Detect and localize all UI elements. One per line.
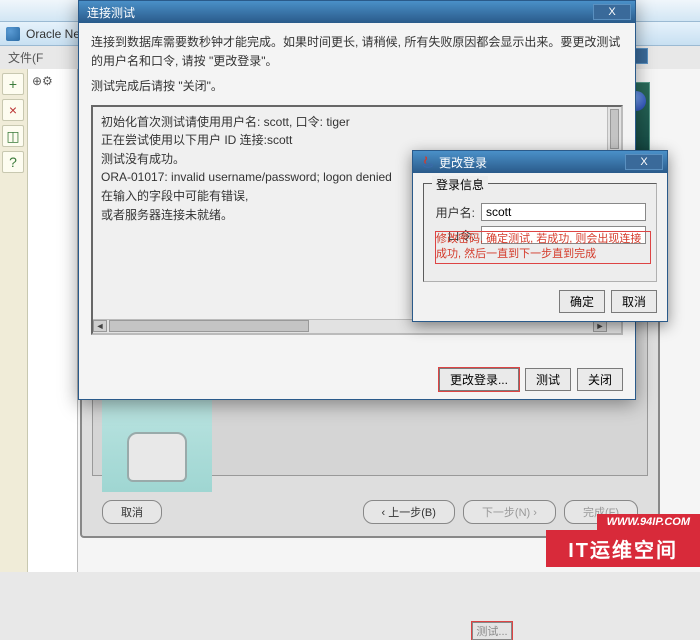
wizard-cancel-button[interactable]: 取消 <box>102 500 162 524</box>
dialog-footer: 更改登录... 测试 关闭 <box>439 368 623 391</box>
password-label: 口令: <box>434 227 475 244</box>
login-info-group: 登录信息 用户名: 口令: 修改密码, 确定测试, 若成功, 则会出现连接成功,… <box>423 183 657 282</box>
password-input[interactable] <box>481 226 646 244</box>
close-button[interactable]: 关闭 <box>577 368 623 391</box>
tree-root-node[interactable]: ⊕⚙ <box>32 74 53 88</box>
sub-dialog-close-button[interactable]: X <box>625 154 663 170</box>
sub-dialog-title: 更改登录 <box>439 154 625 171</box>
vertical-toolbar: + × ◫ ? <box>0 69 28 572</box>
wizard-back-button[interactable]: ‹ 上一步(B) <box>363 500 455 524</box>
scrollbar-thumb[interactable] <box>610 109 619 149</box>
toolbar-delete-button[interactable]: × <box>2 99 24 121</box>
wizard-back-label: 上一步(B) <box>388 507 436 519</box>
log-line: 初始化首次测试请使用用户名: scott, 口令: tiger <box>101 113 599 132</box>
watermark: WWW.94IP.COM IT运维空间 <box>546 514 700 567</box>
dialog-close-button[interactable]: X <box>593 4 631 20</box>
scrollbar-thumb[interactable] <box>109 320 309 332</box>
instruction-line-1: 连接到数据库需要数秒钟才能完成。如果时间更长, 请稍候, 所有失败原因都会显示出… <box>91 33 623 71</box>
watermark-brand: IT运维空间 <box>546 530 700 567</box>
watermark-url: WWW.94IP.COM <box>597 514 700 530</box>
username-input[interactable] <box>481 203 646 221</box>
dialog-title: 连接测试 <box>87 4 593 21</box>
username-label: 用户名: <box>434 204 475 221</box>
tree-panel[interactable]: ⊕⚙ <box>28 69 78 572</box>
chevron-right-icon: › <box>530 507 537 519</box>
toolbar-item-button[interactable]: ◫ <box>2 125 24 147</box>
sub-dialog-footer: 确定 取消 <box>559 290 657 313</box>
java-icon <box>421 155 435 169</box>
scroll-left-arrow[interactable]: ◄ <box>93 320 107 332</box>
username-row: 用户名: <box>434 203 646 221</box>
password-row: 口令: <box>434 226 646 244</box>
toolbar-help-button[interactable]: ? <box>2 151 24 173</box>
change-login-dialog: 更改登录 X 登录信息 用户名: 口令: 修改密码, 确定测试, 若成功, 则会… <box>412 150 668 322</box>
sub-dialog-titlebar[interactable]: 更改登录 X <box>413 151 667 173</box>
instruction-line-2: 测试完成后请按 "关闭"。 <box>91 77 623 96</box>
wizard-test-button[interactable]: 测试... <box>472 622 512 640</box>
cancel-button[interactable]: 取消 <box>611 290 657 313</box>
group-title: 登录信息 <box>432 176 488 193</box>
app-title: Oracle Net <box>26 27 83 41</box>
toolbar-add-button[interactable]: + <box>2 73 24 95</box>
ok-button[interactable]: 确定 <box>559 290 605 313</box>
database-icon <box>127 432 187 482</box>
app-icon <box>6 27 20 41</box>
dialog-titlebar[interactable]: 连接测试 X <box>79 1 635 23</box>
test-button[interactable]: 测试 <box>525 368 571 391</box>
wizard-next-button[interactable]: 下一步(N) › <box>463 500 556 524</box>
wizard-next-label: 下一步(N) <box>482 507 530 519</box>
change-login-button[interactable]: 更改登录... <box>439 368 519 391</box>
log-line: 正在尝试使用以下用户 ID 连接:scott <box>101 131 599 150</box>
